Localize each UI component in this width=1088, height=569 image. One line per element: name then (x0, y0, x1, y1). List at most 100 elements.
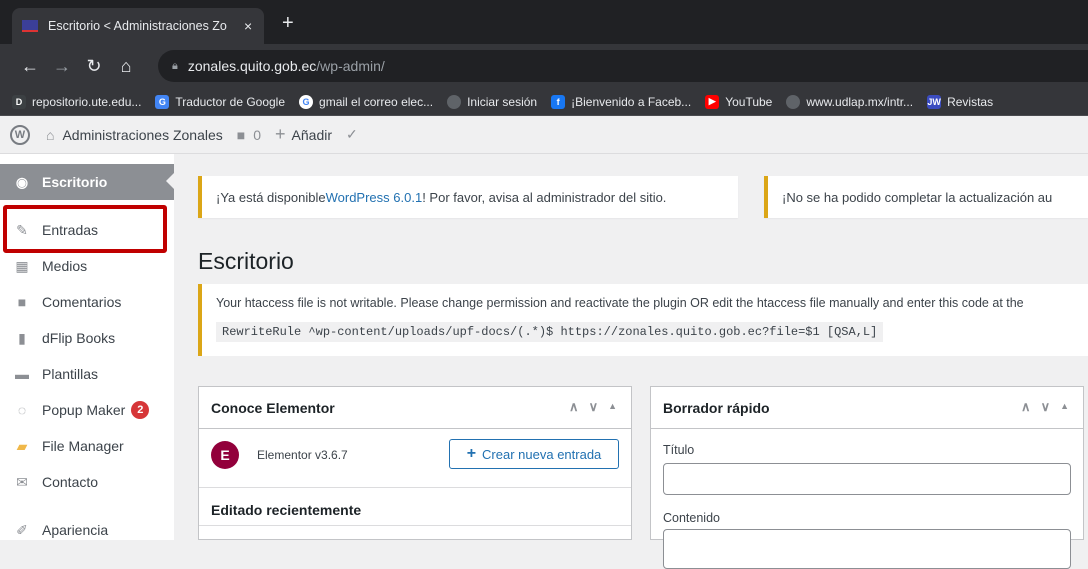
bookmark-item[interactable]: G Traductor de Google (155, 94, 286, 109)
site-name-link[interactable]: ⌂ Administraciones Zonales (46, 127, 223, 143)
htaccess-code: RewriteRule ^wp-content/uploads/upf-docs… (216, 322, 884, 342)
quick-draft-widget: Borrador rápido ∧ ∨ ▲ Título Contenido (650, 386, 1084, 569)
comments-link[interactable]: ■ 0 (237, 127, 261, 143)
favicon-icon (22, 20, 38, 32)
bookmark-label: ¡Bienvenido a Faceb... (571, 94, 692, 109)
move-down-icon[interactable]: ∨ (1041, 399, 1051, 415)
elementor-widget-header: Conoce Elementor ∧ ∨ ▲ (199, 387, 631, 429)
popup-icon: ◌ (17, 402, 27, 418)
bookmark-label: gmail el correo elec... (319, 94, 434, 109)
move-up-icon[interactable]: ∧ (569, 399, 579, 415)
comment-bubble-icon: ■ (236, 126, 246, 143)
elementor-version: Elementor v3.6.7 (257, 448, 348, 462)
collapse-icon[interactable]: ▲ (608, 399, 617, 415)
update-count-badge: 2 (131, 401, 150, 419)
bookmark-item[interactable]: Drepositorio.ute.edu... (12, 94, 142, 109)
comments-icon: ■ (17, 294, 27, 310)
tab-title: Escritorio < Administraciones Zo (48, 19, 227, 33)
bookmark-label: Iniciar sesión (467, 94, 538, 109)
sidebar-item-dflip-books[interactable]: ▮ dFlip Books (0, 320, 174, 356)
sidebar-item-label: dFlip Books (42, 330, 116, 346)
folder-icon: ▬ (15, 366, 29, 382)
create-new-post-button[interactable]: + Crear nueva entrada (449, 439, 619, 469)
update-notice: ¡Ya está disponible WordPress 6.0.1! Por… (198, 176, 738, 218)
book-icon: ▮ (18, 329, 26, 346)
browser-toolbar: ← → ↻ ⌂ 🔒︎ zonales.quito.gob.ec/wp-admin… (0, 44, 1088, 88)
forward-icon[interactable]: → (46, 56, 78, 77)
add-new-link[interactable]: + Añadir (275, 124, 332, 145)
bookmark-label: YouTube (725, 94, 773, 109)
sidebar-item-escritorio[interactable]: ◉ Escritorio (0, 164, 174, 200)
draft-title-input[interactable] (663, 463, 1071, 495)
elementor-logo-icon: E (211, 441, 239, 469)
htaccess-notice: Your htaccess file is not writable. Plea… (198, 284, 1088, 356)
sidebar-item-label: Popup Maker (42, 402, 126, 418)
bookmark-label: Traductor de Google (175, 94, 286, 109)
update-notice-pre: ¡Ya está disponible (216, 189, 326, 205)
bookmark-icon: f (551, 94, 566, 109)
sidebar-item-contacto[interactable]: ✉ Contacto (0, 464, 174, 500)
sidebar-item-plantillas[interactable]: ▬ Plantillas (0, 356, 174, 392)
sidebar-item-label: Contacto (42, 474, 99, 490)
quick-draft-header: Borrador rápido ∧ ∨ ▲ (651, 387, 1083, 429)
appearance-icon: ✐ (16, 521, 28, 538)
yoast-icon[interactable]: ✓ (346, 126, 358, 143)
sidebar-item-label: Comentarios (42, 294, 122, 310)
sidebar-item-popup-maker[interactable]: ◌ Popup Maker 2 (0, 392, 174, 428)
wordpress-update-link[interactable]: WordPress 6.0.1 (326, 190, 423, 205)
move-down-icon[interactable]: ∨ (589, 399, 599, 415)
sidebar-item-label: File Manager (42, 438, 124, 454)
bookmark-label: Revistas (947, 94, 994, 109)
widget-controls: ∧ ∨ ▲ (569, 399, 617, 415)
add-label: Añadir (291, 126, 333, 143)
sidebar-item-file-manager[interactable]: ▰ File Manager (0, 428, 174, 464)
sidebar-item-comentarios[interactable]: ■ Comentarios (0, 284, 174, 320)
plus-icon: + (466, 445, 477, 462)
move-up-icon[interactable]: ∧ (1021, 399, 1031, 415)
bookmark-label: repositorio.ute.edu... (32, 94, 142, 109)
bookmark-item[interactable]: Iniciar sesión (447, 94, 538, 109)
collapse-icon[interactable]: ▲ (1060, 399, 1069, 415)
content-label: Contenido (663, 511, 720, 525)
browser-tab[interactable]: Escritorio < Administraciones Zo × (12, 8, 264, 44)
highlight-box (3, 205, 167, 253)
sidebar-item-label: Medios (42, 258, 88, 274)
quick-draft-title: Borrador rápido (663, 399, 770, 416)
home-icon: ⌂ (46, 126, 55, 143)
bookmark-item[interactable]: Ggmail el correo elec... (299, 94, 434, 109)
update-notice-post: ! Por favor, avisa al administrador del … (422, 189, 667, 205)
draft-content-textarea[interactable] (663, 529, 1071, 569)
bookmark-icon: ▶ (705, 94, 720, 109)
plus-icon: + (275, 124, 286, 144)
back-icon[interactable]: ← (14, 56, 46, 77)
url-path: /wp-admin/ (316, 58, 385, 74)
close-tab-icon[interactable]: × (244, 18, 252, 34)
new-tab-button[interactable]: + (282, 12, 294, 35)
home-icon[interactable]: ⌂ (110, 56, 142, 77)
bookmark-icon: G (155, 94, 170, 109)
bookmark-item[interactable]: www.udlap.mx/intr... (786, 94, 914, 109)
bookmark-item[interactable]: f ¡Bienvenido a Faceb... (551, 94, 692, 109)
sidebar-item-apariencia[interactable]: ✐ Apariencia (0, 512, 174, 548)
htaccess-text: Your htaccess file is not writable. Plea… (216, 296, 1024, 310)
sidebar-item-label: Plantillas (42, 366, 99, 382)
bookmarks-bar: Drepositorio.ute.edu... G Traductor de Goo… (0, 88, 1088, 116)
reload-icon[interactable]: ↻ (78, 56, 110, 77)
comments-count: 0 (253, 126, 262, 143)
bookmark-item[interactable]: ▶ YouTube (705, 94, 773, 109)
bookmark-label: www.udlap.mx/intr... (806, 94, 914, 109)
wordpress-logo-icon[interactable]: W (10, 124, 30, 145)
browser-tab-strip: Escritorio < Administraciones Zo × + (0, 0, 1088, 44)
wp-admin-bar: W ⌂ Administraciones Zonales ■ 0 + Añadi… (0, 116, 1088, 154)
bookmark-icon: JW (927, 94, 942, 109)
sidebar-item-label: Apariencia (42, 522, 109, 538)
address-bar[interactable]: 🔒︎ zonales.quito.gob.ec/wp-admin/ (158, 50, 1088, 82)
bookmark-item[interactable]: JW Revistas (927, 94, 994, 109)
divider (199, 525, 631, 526)
page-title: Escritorio (198, 248, 294, 274)
elementor-version-row: E Elementor v3.6.7 (211, 441, 348, 469)
failed-update-text: ¡No se ha podido completar la actualizac… (782, 189, 1053, 205)
bookmark-icon: G (299, 94, 314, 109)
sidebar-item-medios[interactable]: ▦ Medios (0, 248, 174, 284)
sidebar-item-label: Escritorio (42, 174, 108, 190)
